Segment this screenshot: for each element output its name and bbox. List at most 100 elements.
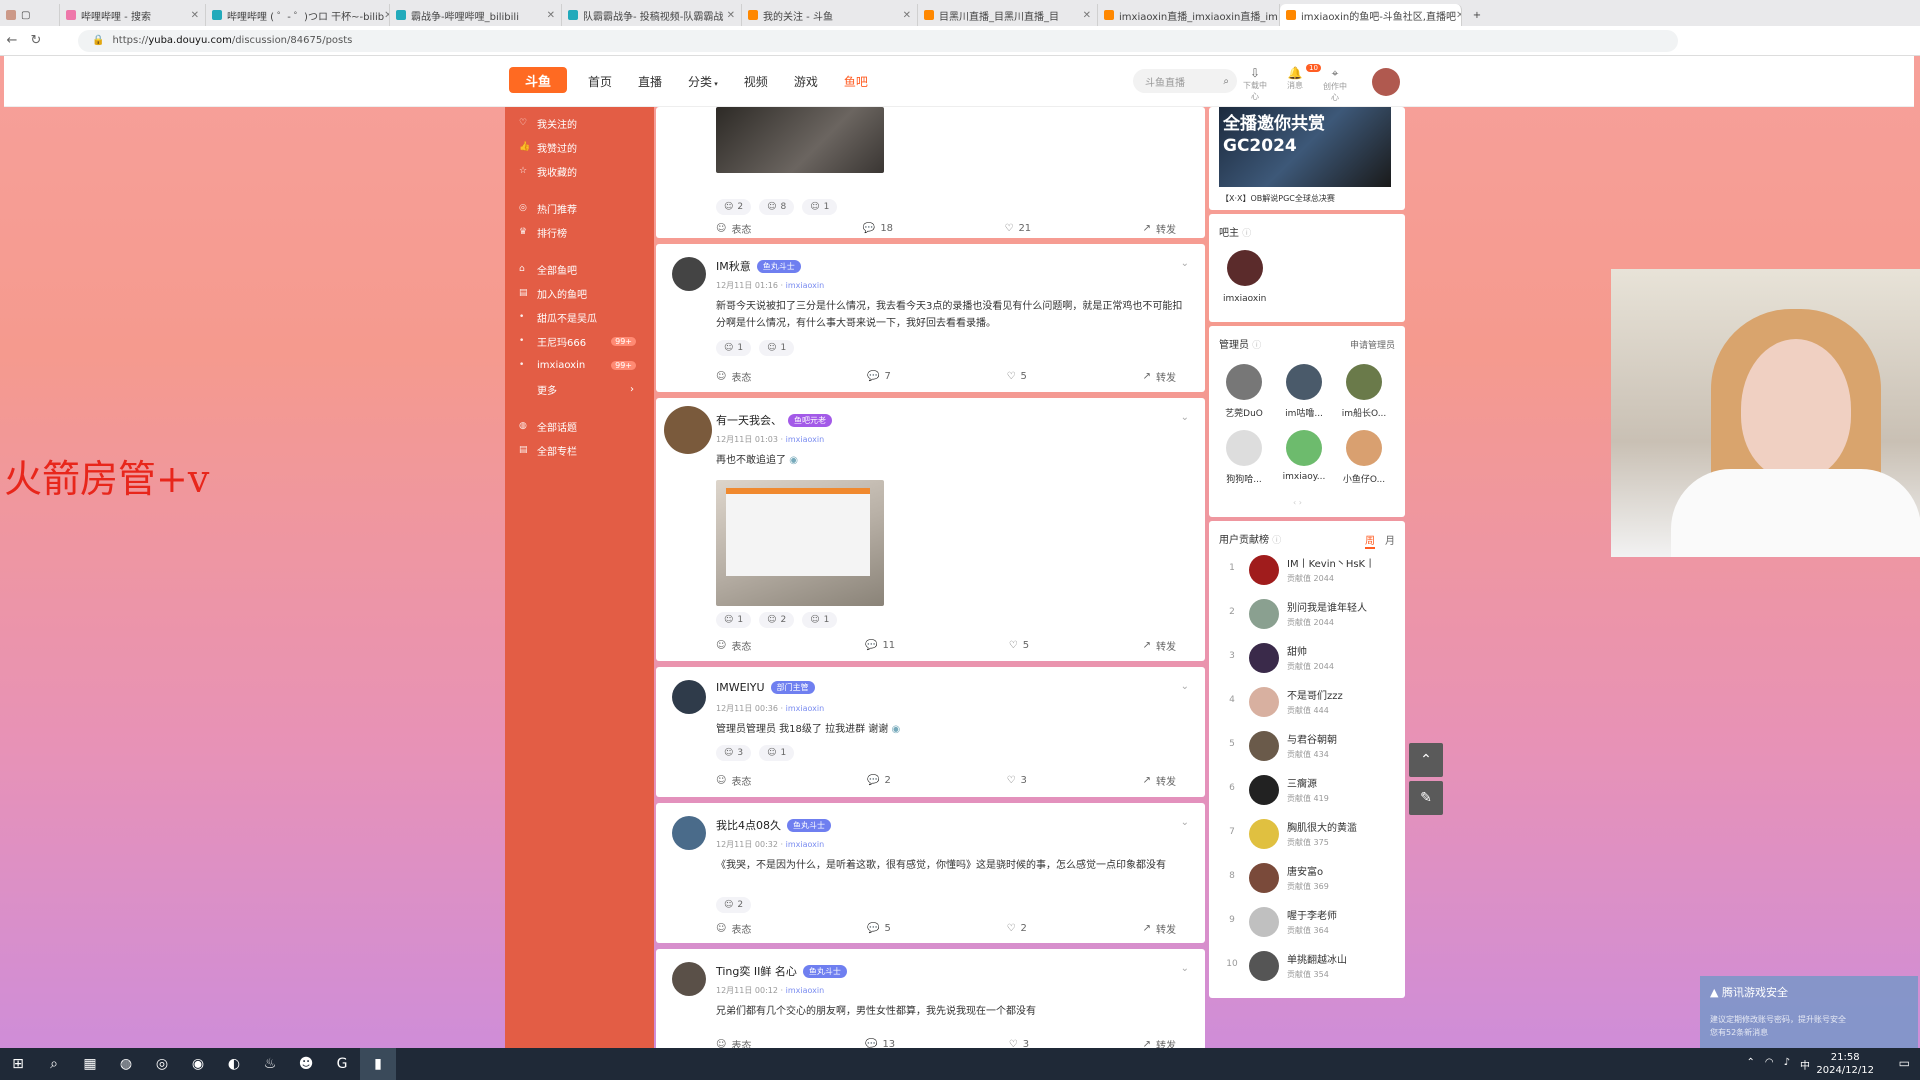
sidebar-item-bar-3[interactable]: • imxiaoxin 99+ — [505, 354, 654, 376]
period-week[interactable]: 周 — [1365, 532, 1375, 549]
admin-item[interactable]: 小鱼仔O... — [1339, 430, 1389, 485]
close-icon[interactable]: ✕ — [903, 10, 911, 21]
like-button[interactable]: ♡ 3 — [1007, 773, 1027, 788]
sidebar-item-bar-1[interactable]: • 甜瓜不是吴瓜 — [505, 306, 654, 328]
admin-item[interactable]: im咕噜... — [1279, 364, 1329, 419]
avatar[interactable] — [672, 962, 706, 996]
post-card[interactable]: Ting奕 II鲜 名心 鱼丸斗士 12月11日 00:12 · imxiaoxi… — [656, 949, 1205, 1048]
bar-link[interactable]: imxiaoxin — [786, 986, 825, 995]
ranking-row[interactable]: 1 IM丨Kevin丶HsK丨 贡献值 2044 — [1219, 551, 1399, 591]
ranking-row[interactable]: 7 胸肌很大的黄滥 贡献值 375 — [1219, 815, 1399, 855]
ranking-row[interactable]: 8 唐安富o 贡献值 369 — [1219, 859, 1399, 899]
back-icon[interactable]: ← — [0, 33, 24, 48]
comment-button[interactable]: 💬 18 — [863, 221, 893, 236]
ranking-row[interactable]: 6 三瘸源 贡献值 419 — [1219, 771, 1399, 811]
like-button[interactable]: ♡ 5 — [1007, 369, 1027, 384]
chevron-down-icon[interactable]: ⌄ — [1181, 258, 1189, 269]
admin-item[interactable]: 狗狗哈... — [1219, 430, 1269, 485]
react-button[interactable]: ☺ 表态 — [716, 921, 751, 936]
messages[interactable]: 🔔 消息 — [1282, 66, 1308, 103]
apply-admin-link[interactable]: 申请管理员 — [1350, 338, 1395, 351]
event-banner-image[interactable]: 全播邀你共赏 GC2024 — [1219, 107, 1391, 187]
search-icon[interactable]: ⌕ — [1223, 76, 1229, 87]
start-icon[interactable]: ⊞ — [0, 1048, 36, 1080]
author-name[interactable]: 有一天我会、 — [716, 412, 782, 428]
reaction[interactable]: ☺ 1 — [802, 199, 838, 215]
ime-indicator[interactable]: 中 — [1800, 1057, 1810, 1072]
bar-link[interactable]: imxiaoxin — [786, 840, 825, 849]
reaction[interactable]: ☺ 2 — [716, 199, 752, 215]
ranking-row[interactable]: 5 与君谷朝朝 贡献值 434 — [1219, 727, 1399, 767]
tab-7-active[interactable]: imxiaoxin的鱼吧-斗鱼社区,直播吧✕ — [1280, 4, 1462, 26]
like-button[interactable]: ♡ 3 — [1009, 1037, 1029, 1048]
author-name[interactable]: IMWEIYU — [716, 681, 765, 694]
avatar[interactable] — [672, 680, 706, 714]
douyu-logo[interactable]: 斗鱼 — [509, 67, 567, 93]
sidebar-item-liked[interactable]: 👍 我赞过的 — [505, 136, 654, 158]
admin-item[interactable]: imxiaoy... — [1279, 430, 1329, 482]
tab-4[interactable]: 我的关注 - 斗鱼 ✕ — [742, 4, 918, 26]
share-button[interactable]: ↗ 转发 — [1143, 1037, 1176, 1048]
comment-button[interactable]: 💬 11 — [865, 638, 895, 653]
sidebar-item-following[interactable]: ♡ 我关注的 — [505, 112, 654, 134]
post-text[interactable]: 《我哭，不是因为什么，是听着这歌，很有感觉，你懂吗》这是骁时候的事，怎么感觉一点… — [716, 857, 1186, 874]
share-button[interactable]: ↗ 转发 — [1143, 221, 1176, 236]
owner-name[interactable]: imxiaoxin — [1223, 294, 1266, 304]
admin-item[interactable]: im船长O... — [1339, 364, 1389, 419]
nav-game[interactable]: 游戏 — [794, 73, 818, 90]
new-tab-button[interactable]: + — [1462, 4, 1492, 26]
post-card[interactable]: IM秋意 鱼丸斗士 12月11日 01:16 · imxiaoxin ⌄ 新哥今天… — [656, 244, 1205, 392]
tab-0[interactable]: 哔哩哔哩 - 搜索 ✕ — [60, 4, 206, 26]
like-button[interactable]: ♡ 5 — [1009, 638, 1029, 653]
sidebar-item-joined[interactable]: ▤ 加入的鱼吧 — [505, 282, 654, 304]
download-center[interactable]: ⇩ 下载中心 — [1242, 66, 1268, 103]
bar-link[interactable]: imxiaoxin — [786, 435, 825, 444]
search-box[interactable]: 斗鱼直播 ⌕ — [1133, 69, 1237, 93]
post-text[interactable]: 新哥今天说被扣了三分是什么情况，我去看今天3点的录播也没看见有什么问题啊，就是正… — [716, 298, 1186, 332]
bar-link[interactable]: imxiaoxin — [786, 281, 825, 290]
sidebar-item-columns[interactable]: ▤ 全部专栏 — [505, 439, 654, 461]
avatar[interactable] — [672, 257, 706, 291]
sidebar-item-favorites[interactable]: ☆ 我收藏的 — [505, 160, 654, 182]
period-month[interactable]: 月 — [1385, 532, 1395, 549]
app-icon[interactable]: G — [324, 1048, 360, 1080]
author-name[interactable]: Ting奕 II鲜 名心 — [716, 963, 797, 979]
chevron-down-icon[interactable]: ⌄ — [1181, 963, 1189, 974]
tab-5[interactable]: 目黑川直播_目黑川直播_目 ✕ — [918, 4, 1098, 26]
reaction[interactable]: ☺ 3 — [716, 745, 752, 761]
react-button[interactable]: ☺ 表态 — [716, 773, 751, 788]
reaction[interactable]: ☺ 2 — [716, 897, 752, 913]
app-icon[interactable]: ▦ — [72, 1048, 108, 1080]
owner-avatar[interactable] — [1227, 250, 1263, 286]
user-avatar[interactable] — [1372, 68, 1400, 96]
ranking-row[interactable]: 9 喔于李老师 贡献值 364 — [1219, 903, 1399, 943]
reaction[interactable]: ☺ 1 — [716, 612, 752, 628]
close-icon[interactable]: ✕ — [727, 10, 735, 21]
chevron-down-icon[interactable]: ⌄ — [1181, 412, 1189, 423]
tray-up-icon[interactable]: ⌃ — [1746, 1057, 1754, 1072]
post-text[interactable]: 再也不敢追追了 ◉ — [716, 452, 1186, 469]
nav-live[interactable]: 直播 — [638, 73, 662, 90]
post-image[interactable] — [716, 107, 884, 173]
tab-3[interactable]: 队霸霸战争- 投稿视频-队霸霸战 ✕ — [562, 4, 742, 26]
app-icon[interactable]: ◎ — [144, 1048, 180, 1080]
ranking-row[interactable]: 4 不是哥们zzz 贡献值 444 — [1219, 683, 1399, 723]
volume-icon[interactable]: ♪ — [1784, 1057, 1790, 1072]
tab-actions[interactable]: ▢ — [0, 4, 60, 26]
share-button[interactable]: ↗ 转发 — [1143, 638, 1176, 653]
share-button[interactable]: ↗ 转发 — [1143, 773, 1176, 788]
bar-link[interactable]: imxiaoxin — [786, 704, 825, 713]
sidebar-item-all-bars[interactable]: ⌂ 全部鱼吧 — [505, 258, 654, 280]
clock[interactable]: 21:58 2024/12/12 — [1816, 1051, 1874, 1077]
share-button[interactable]: ↗ 转发 — [1143, 921, 1176, 936]
comment-button[interactable]: 💬 2 — [867, 773, 891, 788]
tab-1[interactable]: 哔哩哔哩 ( ゜- ゜)つロ 干杯~-bilib✕ — [206, 4, 390, 26]
reaction[interactable]: ☺ 2 — [759, 612, 795, 628]
sidebar-item-topics[interactable]: ◍ 全部话题 — [505, 415, 654, 437]
reaction[interactable]: ☺ 1 — [802, 612, 838, 628]
react-button[interactable]: ☺ 表态 — [716, 369, 751, 384]
close-icon[interactable]: ✕ — [547, 10, 555, 21]
nav-category[interactable]: 分类 ▾ — [688, 73, 718, 90]
author-name[interactable]: 我比4点08久 — [716, 817, 781, 833]
chevron-down-icon[interactable]: ⌄ — [1181, 681, 1189, 692]
